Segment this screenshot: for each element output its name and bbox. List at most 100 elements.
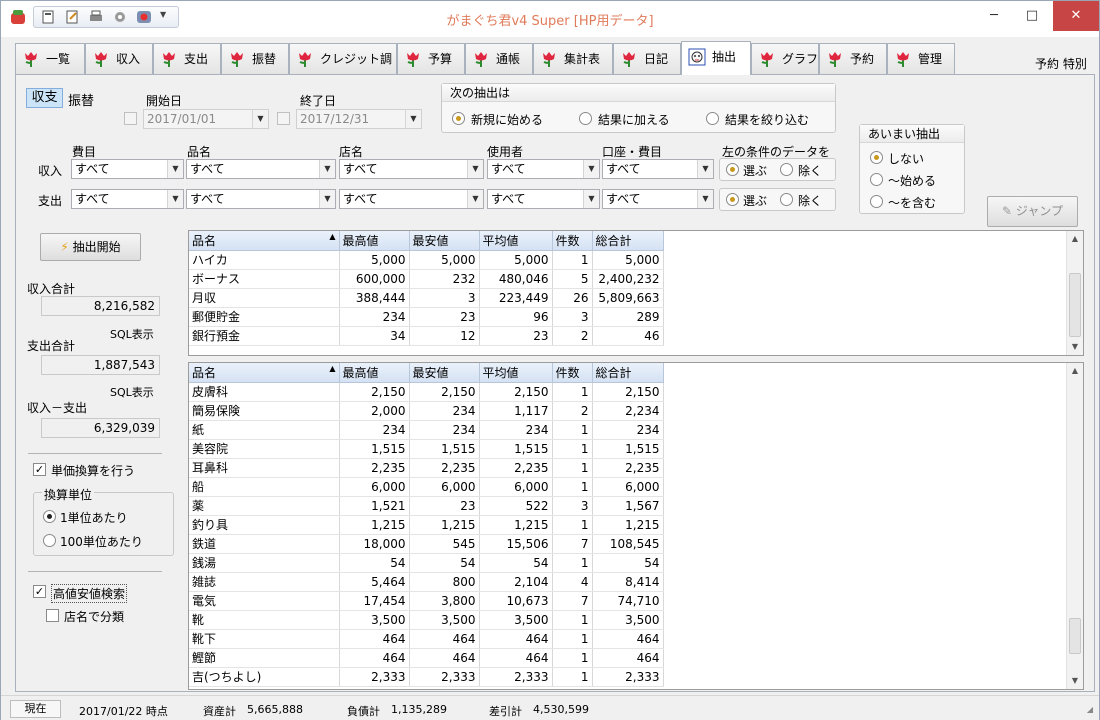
table-row[interactable]: 美容院 1,515 1,515 1,515 1 1,515 <box>189 439 664 459</box>
scroll-up-icon[interactable]: ▲ <box>1067 231 1083 247</box>
start-date-field[interactable]: 2017/01/01 ▼ <box>143 109 269 129</box>
chevron-down-icon[interactable]: ▼ <box>252 110 268 128</box>
filter-select-0-3[interactable]: すべて ▼ <box>487 159 600 179</box>
table-row[interactable]: 月収 388,444 3 223,449 26 5,809,663 <box>189 288 664 308</box>
table-row[interactable]: 簡易保険 2,000 234 1,117 2 2,234 <box>189 401 664 421</box>
column-header[interactable]: 総合計 <box>592 231 664 251</box>
scroll-down-icon[interactable]: ▼ <box>1067 339 1083 355</box>
close-button[interactable]: ✕ <box>1053 1 1099 31</box>
table-row[interactable]: 船 6,000 6,000 6,000 1 6,000 <box>189 477 664 497</box>
next-extract-add-radio[interactable] <box>579 112 592 125</box>
table-row[interactable]: 吉(つちよし) 2,333 2,333 2,333 1 2,333 <box>189 667 664 687</box>
tab-9[interactable]: 抽出 <box>681 41 751 75</box>
column-header[interactable]: 件数 <box>552 231 593 251</box>
tab-4[interactable]: クレジット調整 <box>289 43 397 96</box>
table-row[interactable]: 鉄道 18,000 545 15,506 7 108,545 <box>189 534 664 554</box>
unit-100-radio[interactable] <box>43 534 56 547</box>
tab-6[interactable]: 通帳 <box>465 43 533 74</box>
sql-show-link-2[interactable]: SQL表示 <box>110 384 154 400</box>
scroll-thumb[interactable] <box>1069 618 1081 654</box>
column-header[interactable]: 件数 <box>552 363 593 383</box>
table-row[interactable]: 雑誌 5,464 800 2,104 4 8,414 <box>189 572 664 592</box>
tab-8[interactable]: 日記 <box>613 43 681 74</box>
table-row[interactable]: 電気 17,454 3,800 10,673 7 74,710 <box>189 591 664 611</box>
table-row[interactable]: 釣り具 1,215 1,215 1,215 1 1,215 <box>189 515 664 535</box>
income-scrollbar[interactable]: ▲ ▼ <box>1066 231 1083 355</box>
column-header[interactable]: 品名 ▲ <box>189 231 340 251</box>
tab-11[interactable]: 予約 <box>819 43 887 74</box>
filter-select-1-2[interactable]: すべて ▼ <box>339 189 484 209</box>
chevron-down-icon[interactable]: ▼ <box>167 190 183 208</box>
condition-exclude-radio[interactable] <box>780 163 793 176</box>
mode-transfer[interactable]: 振替 <box>68 90 94 109</box>
tab-5[interactable]: 予算 <box>397 43 465 74</box>
table-row[interactable]: 郵便貯金 234 23 96 3 289 <box>189 307 664 327</box>
table-row[interactable]: 靴 3,500 3,500 3,500 1 3,500 <box>189 610 664 630</box>
next-extract-narrow-radio[interactable] <box>706 112 719 125</box>
column-header[interactable]: 平均値 <box>479 363 553 383</box>
income-result-grid[interactable]: 品名 ▲ 最高値 最安値 平均値 件数 総合計 ハイカ 5,000 5,000 5,000 1 5,00… <box>188 230 1084 356</box>
start-date-checkbox[interactable] <box>124 112 137 125</box>
tab-2[interactable]: 支出 <box>153 43 221 74</box>
chevron-down-icon[interactable]: ▼ <box>405 110 421 128</box>
chevron-down-icon[interactable]: ▼ <box>167 160 183 178</box>
filter-select-0-4[interactable]: すべて ▼ <box>602 159 714 179</box>
table-row[interactable]: 耳鼻科 2,235 2,235 2,235 1 2,235 <box>189 458 664 478</box>
filter-select-1-0[interactable]: すべて ▼ <box>71 189 184 209</box>
condition-exclude-radio[interactable] <box>780 193 793 206</box>
fuzzy-contains-radio[interactable] <box>870 195 883 208</box>
chevron-down-icon[interactable]: ▼ <box>697 190 713 208</box>
tab-12[interactable]: 管理 <box>887 43 955 74</box>
column-header[interactable]: 平均値 <box>479 231 553 251</box>
column-header[interactable]: 総合計 <box>592 363 664 383</box>
table-row[interactable]: ハイカ 5,000 5,000 5,000 1 5,000 <box>189 250 664 270</box>
filter-select-0-1[interactable]: すべて ▼ <box>186 159 336 179</box>
start-extract-button[interactable]: ⚡ 抽出開始 <box>40 233 141 261</box>
condition-select-radio[interactable] <box>726 193 739 206</box>
now-button[interactable]: 現在 <box>10 700 61 718</box>
table-row[interactable]: 鰹節 464 464 464 1 464 <box>189 648 664 668</box>
condition-select-radio[interactable] <box>726 163 739 176</box>
tab-0[interactable]: 一覧 <box>15 43 85 74</box>
expense-scrollbar[interactable]: ▲ ▼ <box>1066 363 1083 689</box>
table-row[interactable]: 銀行預金 34 12 23 2 46 <box>189 326 664 346</box>
filter-select-0-2[interactable]: すべて ▼ <box>339 159 484 179</box>
chevron-down-icon[interactable]: ▼ <box>467 160 483 178</box>
chevron-down-icon[interactable]: ▼ <box>319 190 335 208</box>
table-row[interactable]: ボーナス 600,000 232 480,046 5 2,400,232 <box>189 269 664 289</box>
column-header[interactable]: 最安値 <box>409 231 480 251</box>
next-extract-new-radio[interactable] <box>452 112 465 125</box>
highlow-checkbox[interactable]: ✓ <box>33 585 46 598</box>
chevron-down-icon[interactable]: ▼ <box>467 190 483 208</box>
filter-select-1-4[interactable]: すべて ▼ <box>602 189 714 209</box>
tab-1[interactable]: 収入 <box>85 43 153 74</box>
chevron-down-icon[interactable]: ▼ <box>319 160 335 178</box>
tab-3[interactable]: 振替 <box>221 43 289 74</box>
table-row[interactable]: 紙 234 234 234 1 234 <box>189 420 664 440</box>
chevron-down-icon[interactable]: ▼ <box>583 190 599 208</box>
filter-select-0-0[interactable]: すべて ▼ <box>71 159 184 179</box>
fuzzy-none-radio[interactable] <box>870 151 883 164</box>
tab-7[interactable]: 集計表 <box>533 43 613 74</box>
jump-button[interactable]: ✎ ジャンプ <box>987 196 1078 227</box>
table-row[interactable]: 銭湯 54 54 54 1 54 <box>189 553 664 573</box>
column-header[interactable]: 品名 ▲ <box>189 363 340 383</box>
scroll-down-icon[interactable]: ▼ <box>1067 673 1083 689</box>
table-row[interactable]: 皮膚科 2,150 2,150 2,150 1 2,150 <box>189 382 664 402</box>
expense-result-grid[interactable]: 品名 ▲ 最高値 最安値 平均値 件数 総合計 皮膚科 2,150 2,150 2,150 1 2,15… <box>188 362 1084 690</box>
shop-classify-checkbox[interactable] <box>46 609 59 622</box>
scroll-up-icon[interactable]: ▲ <box>1067 363 1083 379</box>
column-header[interactable]: 最安値 <box>409 363 480 383</box>
chevron-down-icon[interactable]: ▼ <box>583 160 599 178</box>
mode-income-expense[interactable]: 収支 <box>26 88 63 108</box>
filter-select-1-1[interactable]: すべて ▼ <box>186 189 336 209</box>
resize-grip-icon[interactable]: ◢ <box>1087 705 1093 714</box>
filter-select-1-3[interactable]: すべて ▼ <box>487 189 600 209</box>
end-date-checkbox[interactable] <box>277 112 290 125</box>
table-row[interactable]: 靴下 464 464 464 1 464 <box>189 629 664 649</box>
unit-conv-checkbox[interactable]: ✓ <box>33 463 46 476</box>
fuzzy-starts-radio[interactable] <box>870 173 883 186</box>
chevron-down-icon[interactable]: ▼ <box>697 160 713 178</box>
scroll-thumb[interactable] <box>1069 273 1081 337</box>
tab-right-links[interactable]: 予約 特別 <box>1035 55 1087 72</box>
